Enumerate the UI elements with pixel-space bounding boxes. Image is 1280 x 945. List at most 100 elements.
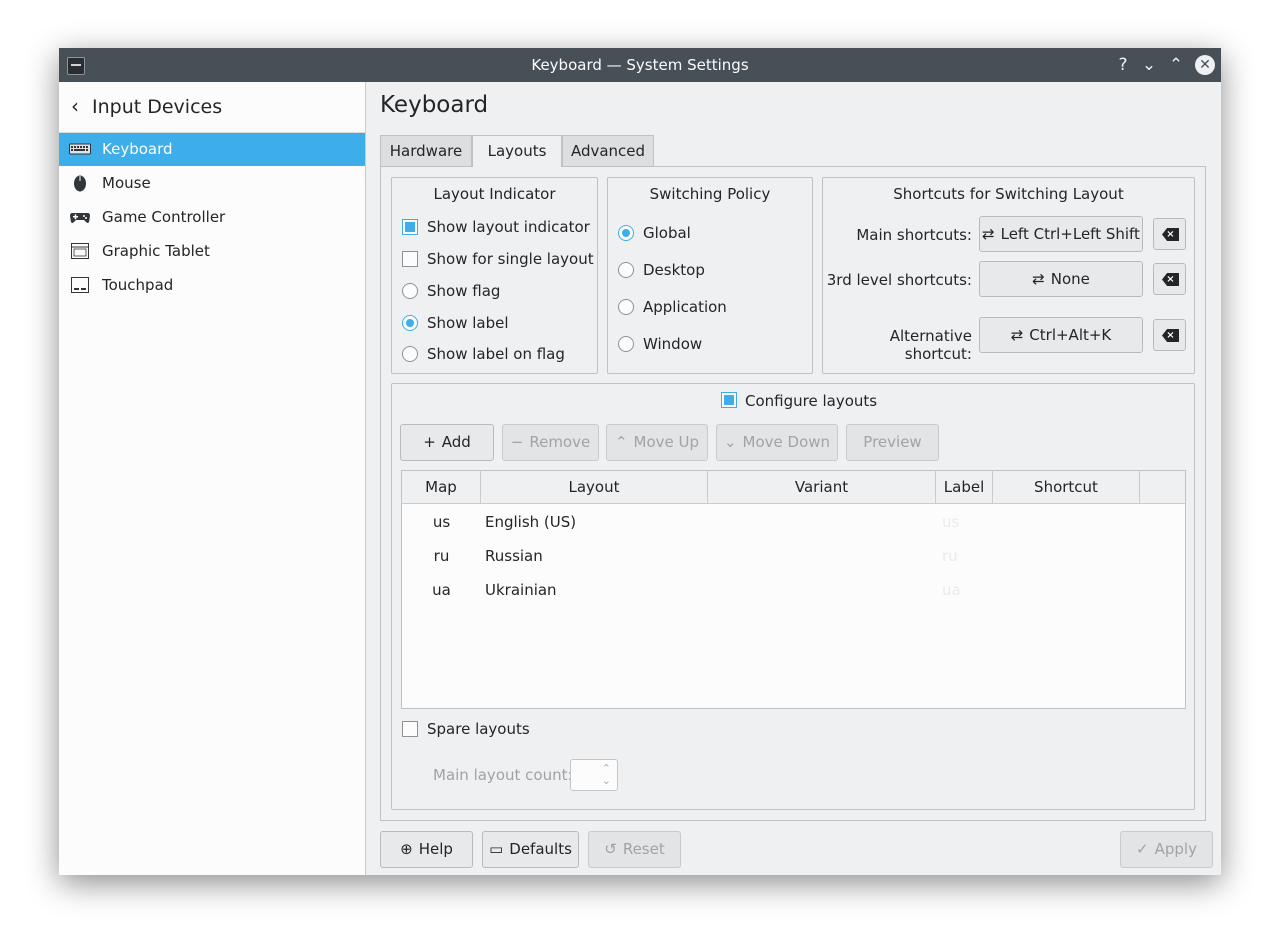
table-row[interactable]: us English (US) us bbox=[402, 505, 1185, 539]
column-header-filler bbox=[1140, 471, 1185, 504]
option-label: Global bbox=[643, 224, 691, 242]
lifebuoy-icon: ⊕ bbox=[400, 840, 413, 858]
tab-hardware[interactable]: Hardware bbox=[380, 135, 472, 166]
spare-layouts-label: Spare layouts bbox=[427, 720, 530, 738]
help-icon[interactable]: ? bbox=[1111, 48, 1135, 82]
tab-advanced[interactable]: Advanced bbox=[562, 135, 654, 166]
option-label: Show label bbox=[427, 314, 509, 332]
column-header-layout[interactable]: Layout bbox=[481, 471, 708, 504]
apply-button[interactable]: ✓ Apply bbox=[1120, 831, 1213, 868]
clear-icon: × bbox=[1162, 329, 1179, 342]
column-header-variant[interactable]: Variant bbox=[708, 471, 936, 504]
table-row[interactable]: ru Russian ru bbox=[402, 539, 1185, 573]
cell-label[interactable]: ru bbox=[942, 547, 958, 565]
show-label-radio[interactable] bbox=[402, 315, 418, 331]
sidebar-item-game-controller[interactable]: Game Controller bbox=[59, 201, 365, 234]
maximize-icon[interactable]: ⌃ bbox=[1164, 48, 1188, 82]
application-radio[interactable] bbox=[618, 299, 634, 315]
cell-layout: English (US) bbox=[485, 513, 577, 531]
show-single-layout-checkbox[interactable] bbox=[402, 251, 418, 267]
add-button[interactable]: + Add bbox=[400, 424, 494, 461]
sidebar-item-label: Game Controller bbox=[102, 208, 226, 226]
page-title: Keyboard bbox=[380, 92, 489, 118]
reset-button[interactable]: ↺ Reset bbox=[588, 831, 681, 868]
cell-layout: Russian bbox=[485, 547, 543, 565]
sidebar-item-touchpad[interactable]: Touchpad bbox=[59, 269, 365, 302]
gamepad-icon bbox=[70, 213, 90, 223]
button-label: Reset bbox=[622, 840, 665, 858]
column-header-map[interactable]: Map bbox=[402, 471, 481, 504]
minimize-icon[interactable]: ⌄ bbox=[1137, 48, 1161, 82]
defaults-button[interactable]: ▭ Defaults bbox=[482, 831, 579, 868]
close-icon[interactable]: ✕ bbox=[1195, 55, 1215, 75]
title-bar[interactable]: Keyboard — System Settings ? ⌄ ⌃ ✕ bbox=[59, 48, 1221, 82]
group-title: Shortcuts for Switching Layout bbox=[893, 185, 1124, 203]
table-row[interactable]: ua Ukrainian ua bbox=[402, 573, 1185, 607]
sidebar: ‹ Input Devices Keyboard Mouse Game Cont bbox=[59, 82, 366, 875]
tablet-icon bbox=[71, 243, 89, 259]
alternative-shortcut-button[interactable]: ⇄ Ctrl+Alt+K bbox=[979, 317, 1143, 353]
clear-alternative-shortcut-button[interactable]: × bbox=[1153, 319, 1186, 351]
option-label: Show flag bbox=[427, 282, 501, 300]
option-label: Window bbox=[643, 335, 703, 353]
clear-icon: × bbox=[1162, 273, 1179, 286]
main-shortcut-button[interactable]: ⇄ Left Ctrl+Left Shift bbox=[979, 216, 1143, 252]
button-label: Apply bbox=[1154, 840, 1197, 858]
help-button[interactable]: ⊕ Help bbox=[380, 831, 473, 868]
remove-icon: − bbox=[510, 433, 524, 451]
sidebar-item-keyboard[interactable]: Keyboard bbox=[59, 133, 365, 166]
touchpad-icon bbox=[71, 277, 89, 293]
layout-indicator-group: Layout Indicator Show layout indicator S… bbox=[391, 177, 598, 374]
show-layout-indicator-checkbox[interactable] bbox=[402, 219, 418, 235]
option-label: Application bbox=[643, 298, 727, 316]
show-flag-radio[interactable] bbox=[402, 283, 418, 299]
cell-label[interactable]: ua bbox=[942, 581, 961, 599]
move-down-button[interactable]: ⌄ Move Down bbox=[716, 424, 838, 461]
sidebar-header: ‹ Input Devices bbox=[59, 82, 365, 133]
remove-button[interactable]: − Remove bbox=[502, 424, 599, 461]
cell-label[interactable]: us bbox=[942, 513, 959, 531]
shortcut-value: None bbox=[1050, 270, 1090, 288]
sidebar-item-label: Graphic Tablet bbox=[102, 242, 210, 260]
button-label: Move Down bbox=[742, 433, 831, 451]
configure-layouts-label: Configure layouts bbox=[745, 392, 878, 410]
main-layout-count-spinbox[interactable]: ⌃ ⌄ bbox=[570, 759, 618, 791]
move-up-button[interactable]: ⌃ Move Up bbox=[606, 424, 708, 461]
desktop-radio[interactable] bbox=[618, 262, 634, 278]
clear-icon: × bbox=[1162, 228, 1179, 241]
spin-down-icon[interactable]: ⌄ bbox=[602, 774, 611, 787]
preview-button[interactable]: Preview bbox=[846, 424, 939, 461]
column-header-shortcut[interactable]: Shortcut bbox=[993, 471, 1140, 504]
layouts-table: Map Layout Variant Label Shortcut us Eng… bbox=[401, 470, 1186, 709]
shortcut-value: Ctrl+Alt+K bbox=[1029, 326, 1112, 344]
show-label-on-flag-radio[interactable] bbox=[402, 346, 418, 362]
column-header-label[interactable]: Label bbox=[936, 471, 993, 504]
configure-layouts-checkbox[interactable] bbox=[721, 392, 737, 408]
option-label: Show for single layout bbox=[427, 250, 594, 268]
shortcut-value: Left Ctrl+Left Shift bbox=[1000, 225, 1140, 243]
window-title: Keyboard — System Settings bbox=[531, 56, 749, 74]
cell-map: ua bbox=[432, 581, 451, 599]
window-radio[interactable] bbox=[618, 336, 634, 352]
sidebar-item-graphic-tablet[interactable]: Graphic Tablet bbox=[59, 235, 365, 268]
tab-layouts[interactable]: Layouts bbox=[472, 135, 562, 167]
global-radio[interactable] bbox=[618, 225, 634, 241]
settings-window: Keyboard — System Settings ? ⌄ ⌃ ✕ ‹ Inp… bbox=[59, 48, 1221, 875]
button-label: Add bbox=[441, 433, 471, 451]
move-up-icon: ⌃ bbox=[614, 433, 628, 451]
button-label: Help bbox=[418, 840, 453, 858]
button-label: Move Up bbox=[633, 433, 700, 451]
back-icon[interactable]: ‹ bbox=[71, 94, 79, 118]
group-title: Switching Policy bbox=[649, 185, 771, 203]
clear-main-shortcut-button[interactable]: × bbox=[1153, 218, 1186, 250]
shortcut-icon: ⇄ bbox=[1010, 326, 1024, 344]
third-level-shortcut-button[interactable]: ⇄ None bbox=[979, 261, 1143, 297]
spare-layouts-checkbox[interactable] bbox=[402, 721, 418, 737]
sidebar-item-label: Touchpad bbox=[102, 276, 174, 294]
clear-third-level-shortcut-button[interactable]: × bbox=[1153, 263, 1186, 295]
button-label: Preview bbox=[863, 433, 922, 451]
sidebar-item-mouse[interactable]: Mouse bbox=[59, 167, 365, 200]
option-label: Desktop bbox=[643, 261, 705, 279]
mouse-icon bbox=[74, 175, 86, 192]
defaults-icon: ▭ bbox=[489, 840, 504, 858]
